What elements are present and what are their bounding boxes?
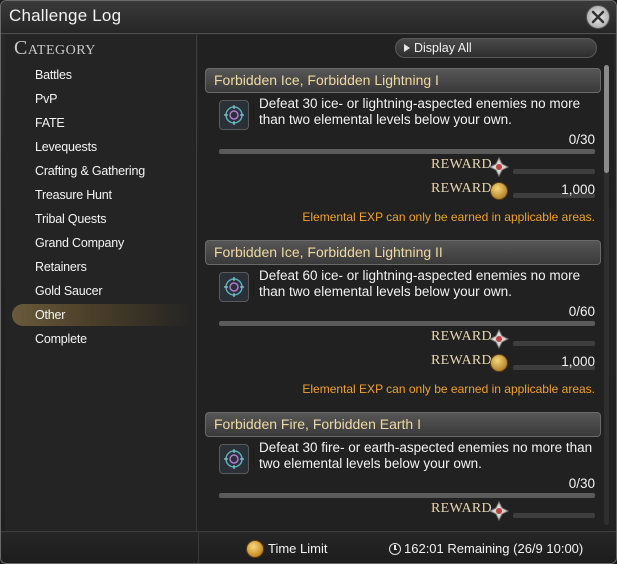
window-title: Challenge Log [9, 6, 122, 25]
reward-bar [513, 341, 595, 346]
challenge-entry[interactable]: Forbidden Ice, Forbidden Lightning II De… [205, 240, 601, 400]
reward-bar [513, 169, 595, 174]
time-remaining: 162:01 Remaining (26/9 10:00) [404, 541, 584, 556]
sidebar-item-other[interactable]: Other [12, 304, 192, 326]
challenge-emblem-icon [219, 272, 249, 302]
reward-row: REWARD 1,000 [431, 181, 601, 201]
footer-bar: Time Limit 162:01 Remaining (26/9 10:00) [1, 531, 616, 563]
entry-title[interactable]: Forbidden Ice, Forbidden Lightning I [205, 68, 601, 93]
reward-label: REWARD [431, 181, 492, 196]
reward-row: REWARD [431, 500, 601, 522]
sidebar-item-fate[interactable]: FATE [12, 112, 192, 134]
reward-item-icon[interactable] [488, 328, 510, 350]
sidebar-item-gold-saucer[interactable]: Gold Saucer [12, 280, 192, 302]
challenge-list: Display All Forbidden Ice, Forbidden Lig… [198, 35, 614, 531]
gil-coin-icon [490, 182, 508, 200]
reward-bar [513, 513, 595, 518]
category-sidebar: Category Battles PvP FATE Levequests Cra… [5, 35, 197, 531]
sidebar-item-battles[interactable]: Battles [12, 64, 192, 86]
entry-title[interactable]: Forbidden Ice, Forbidden Lightning II [205, 240, 601, 265]
scrollbar-thumb[interactable] [604, 65, 609, 173]
entry-description: Defeat 60 ice- or lightning-aspected ene… [259, 268, 581, 299]
progress-count: 0/60 [568, 304, 595, 319]
sidebar-item-treasure-hunt[interactable]: Treasure Hunt [12, 184, 192, 206]
play-triangle-icon [404, 44, 410, 52]
reward-label: REWARD [431, 329, 492, 344]
sidebar-item-complete[interactable]: Complete [12, 328, 192, 350]
reward-gil-amount: 1,000 [561, 182, 595, 197]
reward-row: REWARD [431, 156, 601, 178]
challenge-emblem-icon [219, 444, 249, 474]
progress-bar [219, 149, 595, 154]
reward-item-icon[interactable] [488, 156, 510, 178]
time-limit-label: Time Limit [268, 541, 328, 556]
reward-row: REWARD [431, 328, 601, 350]
title-bar[interactable]: Challenge Log [1, 1, 616, 34]
entry-note: Elemental EXP can only be earned in appl… [302, 210, 595, 224]
entry-title[interactable]: Forbidden Fire, Forbidden Earth I [205, 412, 601, 437]
sidebar-item-tribal-quests[interactable]: Tribal Quests [12, 208, 192, 230]
challenge-entry[interactable]: Forbidden Fire, Forbidden Earth I Defeat… [205, 412, 601, 530]
progress-bar [219, 493, 595, 498]
reward-item-icon[interactable] [488, 500, 510, 522]
display-all-button[interactable]: Display All [395, 38, 597, 58]
entry-description: Defeat 30 ice- or lightning-aspected ene… [259, 96, 581, 127]
reward-label: REWARD [431, 353, 492, 368]
reward-row: REWARD 1,000 [431, 353, 601, 373]
time-limit-icon [246, 540, 264, 558]
category-heading: Category [14, 37, 96, 59]
challenge-log-window: Challenge Log Category Battles PvP FATE … [0, 0, 617, 564]
footer-divider [198, 532, 199, 563]
reward-gil-amount: 1,000 [561, 354, 595, 369]
sidebar-item-crafting-gathering[interactable]: Crafting & Gathering [12, 160, 192, 182]
progress-count: 0/30 [568, 132, 595, 147]
progress-bar [219, 321, 595, 326]
sidebar-item-grand-company[interactable]: Grand Company [12, 232, 192, 254]
gil-coin-icon [490, 354, 508, 372]
entry-description: Defeat 30 fire- or earth-aspected enemie… [259, 440, 593, 471]
sidebar-item-retainers[interactable]: Retainers [12, 256, 192, 278]
challenge-emblem-icon [219, 100, 249, 130]
close-icon[interactable] [586, 5, 610, 29]
display-all-label: Display All [414, 41, 472, 55]
reward-label: REWARD [431, 157, 492, 172]
entry-note: Elemental EXP can only be earned in appl… [302, 382, 595, 396]
clock-icon [389, 543, 401, 555]
sidebar-item-pvp[interactable]: PvP [12, 88, 192, 110]
challenge-entry[interactable]: Forbidden Ice, Forbidden Lightning I Def… [205, 68, 601, 228]
progress-count: 0/30 [568, 476, 595, 491]
sidebar-item-levequests[interactable]: Levequests [12, 136, 192, 158]
reward-label: REWARD [431, 501, 492, 516]
